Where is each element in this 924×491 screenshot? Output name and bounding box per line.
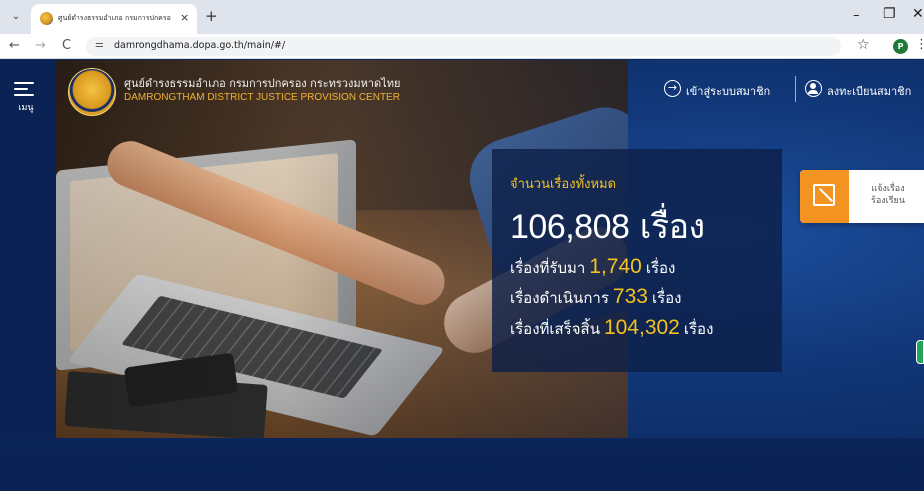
user-icon xyxy=(805,80,822,97)
reload-button[interactable]: C xyxy=(62,38,71,54)
stats-total-value: 106,808 xyxy=(510,208,630,246)
profile-avatar[interactable]: P xyxy=(893,39,908,54)
org-name-thai: ศูนย์ดำรงธรรมอำเภอ กรมการปกครอง กระทรวงม… xyxy=(124,77,401,90)
sidebar: เมนู xyxy=(0,60,56,491)
stat-label: เรื่องที่เสร็จสิ้น xyxy=(510,320,600,338)
stats-total: 106,808 เรื่อง xyxy=(510,199,705,253)
stats-panel: จำนวนเรื่องทั้งหมด 106,808 เรื่อง เรื่อง… xyxy=(492,149,782,372)
new-tab-button[interactable]: + xyxy=(205,7,218,25)
browser-tab-bar: ⌄ ศูนย์ดำรงธรรมอำเภอ กรมการปกครอ × + – ❐… xyxy=(0,0,924,34)
file-complaint-button[interactable]: แจ้งเรื่อง ร้องเรียน xyxy=(800,170,924,223)
tab-close-icon[interactable]: × xyxy=(180,12,189,24)
complaint-label-line2: ร้องเรียน xyxy=(871,196,905,206)
stat-row-received: เรื่องที่รับมา 1,740 เรื่อง xyxy=(510,255,675,280)
stat-unit: เรื่อง xyxy=(683,320,714,338)
stat-label: เรื่องดำเนินการ xyxy=(510,289,609,307)
more-menu-icon[interactable]: ⋮ xyxy=(915,37,924,52)
stat-value: 1,740 xyxy=(589,255,642,278)
tab-list-button[interactable]: ⌄ xyxy=(8,9,24,25)
org-logo[interactable] xyxy=(68,68,116,116)
stat-row-in-progress: เรื่องดำเนินการ 733 เรื่อง xyxy=(510,285,681,310)
stat-unit: เรื่อง xyxy=(651,289,682,307)
side-tab-handle[interactable] xyxy=(916,340,924,364)
hamburger-icon xyxy=(14,82,38,96)
url-text: damrongdhama.dopa.go.th/main/#/ xyxy=(114,40,286,51)
minimize-button[interactable]: – xyxy=(853,8,860,23)
stat-unit: เรื่อง xyxy=(645,259,676,277)
browser-tab[interactable]: ศูนย์ดำรงธรรมอำเภอ กรมการปกครอ × xyxy=(31,4,197,34)
tab-title: ศูนย์ดำรงธรรมอำเภอ กรมการปกครอ xyxy=(58,14,171,22)
window-close-button[interactable]: ✕ xyxy=(912,6,924,22)
stat-value: 104,302 xyxy=(603,316,680,339)
menu-label: เมนู xyxy=(18,103,34,113)
bookmark-star-icon[interactable]: ☆ xyxy=(857,37,870,53)
site-info-icon[interactable]: ⚌ xyxy=(95,39,104,50)
address-bar-row: ← → C ⚌ damrongdhama.dopa.go.th/main/#/ … xyxy=(0,34,924,59)
edit-icon xyxy=(813,184,835,206)
stat-row-completed: เรื่องที่เสร็จสิ้น 104,302 เรื่อง xyxy=(510,316,713,341)
login-icon: → xyxy=(664,80,681,97)
stats-total-unit: เรื่อง xyxy=(639,207,705,247)
maximize-button[interactable]: ❐ xyxy=(883,6,896,22)
login-label: เข้าสู่ระบบสมาชิก xyxy=(686,85,771,98)
complaint-icon-box xyxy=(800,170,849,223)
header-divider xyxy=(795,76,796,102)
forward-button[interactable]: → xyxy=(35,38,46,54)
back-button[interactable]: ← xyxy=(9,38,20,54)
register-label: ลงทะเบียนสมาชิก xyxy=(827,85,912,98)
url-input[interactable]: ⚌ damrongdhama.dopa.go.th/main/#/ xyxy=(86,37,841,56)
lower-section xyxy=(0,438,924,491)
menu-button[interactable]: เมนู xyxy=(14,82,38,114)
complaint-label-line1: แจ้งเรื่อง xyxy=(871,184,905,194)
page-content: เมนู ศูนย์ดำรงธรรมอำเภอ กรมการปกครอง กระ… xyxy=(0,60,924,491)
stats-heading: จำนวนเรื่องทั้งหมด xyxy=(510,177,617,192)
complaint-label: แจ้งเรื่อง ร้องเรียน xyxy=(858,183,918,207)
org-name-english: DAMRONGTHAM DISTRICT JUSTICE PROVISION C… xyxy=(124,92,400,103)
stat-value: 733 xyxy=(612,285,648,308)
stat-label: เรื่องที่รับมา xyxy=(510,259,586,277)
favicon-icon xyxy=(40,12,53,25)
